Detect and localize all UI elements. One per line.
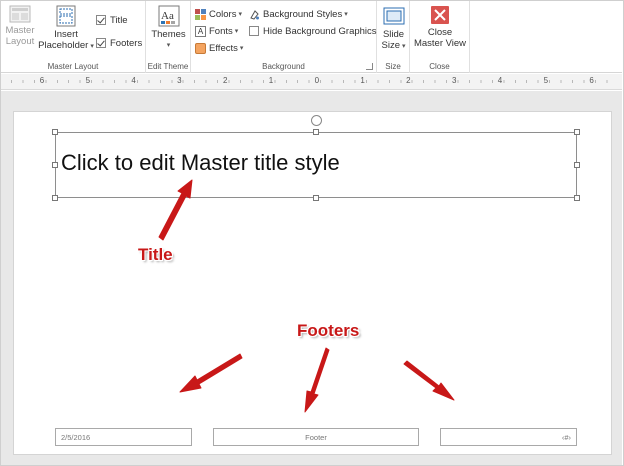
footer-slide-number-text: ‹#› — [561, 432, 571, 442]
resize-handle-top-left[interactable] — [52, 129, 58, 135]
ribbon: Master Layout Insert Placeholder ▾ Title … — [1, 1, 622, 73]
footers-callout-label: Footers — [297, 321, 360, 340]
themes-button[interactable]: Aa Themes ▾ — [149, 5, 188, 51]
group-label-background: Background — [262, 62, 305, 71]
fonts-dropdown[interactable]: A Fonts ▾ — [195, 24, 238, 38]
group-label-master-layout: Master Layout — [47, 62, 99, 71]
background-styles-label: Background Styles — [263, 8, 343, 20]
ruler-label: 2 — [222, 76, 228, 85]
fonts-label: Fonts — [209, 25, 233, 37]
resize-handle-top-right[interactable] — [574, 129, 580, 135]
ruler-label: 1 — [360, 76, 365, 85]
chevron-down-icon: ▾ — [166, 42, 171, 49]
insert-placeholder-label-2: Placeholder — [38, 40, 89, 51]
group-size: Slide Size ▾ Size — [377, 1, 410, 73]
close-label-2: Master View — [413, 38, 467, 49]
footers-checkbox-box[interactable] — [96, 38, 106, 48]
colors-icon — [195, 8, 206, 20]
hide-background-graphics-checkbox[interactable]: Hide Background Graphics — [249, 24, 377, 38]
colors-label: Colors — [209, 8, 237, 20]
hide-background-graphics-label: Hide Background Graphics — [263, 25, 377, 37]
title-checkbox-label: Title — [110, 14, 128, 26]
slide-size-icon — [383, 5, 405, 27]
group-close: Close Master View Close — [410, 1, 470, 73]
dialog-launcher-icon[interactable] — [366, 63, 373, 70]
footer-text-placeholder[interactable]: Footer — [213, 428, 419, 446]
footers-checkbox-label: Footers — [110, 37, 143, 49]
footers-checkbox[interactable]: Footers — [96, 36, 142, 50]
resize-handle-bottom-right[interactable] — [574, 195, 580, 201]
slide-size-label-2: Size — [381, 40, 400, 51]
chevron-down-icon: ▾ — [234, 28, 239, 35]
title-placeholder-text[interactable]: Click to edit Master title style — [61, 150, 340, 176]
chevron-down-icon: ▾ — [238, 11, 242, 18]
ruler-label: 4 — [497, 76, 503, 85]
ruler-label: 4 — [131, 76, 136, 85]
resize-handle-bottom-left[interactable] — [52, 195, 58, 201]
ruler-label: 2 — [406, 76, 411, 85]
ruler-label: 0 — [314, 76, 320, 85]
slide-size-button[interactable]: Slide Size ▾ — [379, 5, 408, 52]
resize-handle-bottom[interactable] — [313, 195, 319, 201]
group-edit-theme: Aa Themes ▾ Edit Theme — [146, 1, 191, 73]
insert-placeholder-button[interactable]: Insert Placeholder ▾ — [37, 5, 95, 52]
insert-placeholder-label-2-row: Placeholder ▾ — [37, 40, 95, 52]
rotate-handle-icon[interactable] — [311, 115, 322, 126]
themes-icon: Aa — [158, 5, 180, 27]
fonts-icon: A — [195, 25, 206, 37]
insert-placeholder-label-1: Insert — [54, 29, 78, 40]
ruler-label: 3 — [451, 76, 457, 85]
hide-background-graphics-box[interactable] — [249, 26, 259, 36]
footer-slide-number-placeholder[interactable]: ‹#› — [440, 428, 577, 446]
master-layout-label-1: Master — [5, 25, 35, 36]
ruler-label: 1 — [268, 76, 274, 85]
close-label-1: Close — [427, 27, 453, 38]
chevron-down-icon: ▾ — [401, 43, 406, 50]
resize-handle-left[interactable] — [52, 162, 58, 168]
chevron-down-icon: ▾ — [90, 43, 94, 50]
horizontal-ruler[interactable]: 6 5 4 3 2 1 0 1 2 3 4 5 6 — [1, 74, 622, 90]
title-checkbox[interactable]: Title — [96, 13, 128, 27]
title-checkbox-box[interactable] — [96, 15, 106, 25]
slide-size-label-1: Slide — [382, 29, 405, 40]
master-layout-button[interactable]: Master Layout — [5, 5, 35, 47]
footer-date-placeholder[interactable]: 2/5/2016 — [55, 428, 192, 446]
group-label-size: Size — [385, 62, 401, 71]
slide-size-label-2-row: Size ▾ — [379, 40, 408, 52]
group-label-edit-theme: Edit Theme — [147, 62, 189, 71]
close-master-view-button[interactable]: Close Master View — [412, 5, 468, 49]
ruler-label: 5 — [543, 76, 549, 85]
ruler-label: 6 — [39, 76, 45, 85]
title-callout-label: Title — [138, 245, 173, 264]
master-layout-label-2: Layout — [5, 36, 35, 47]
footer-date-text: 2/5/2016 — [61, 432, 91, 442]
close-master-view-icon — [430, 5, 450, 25]
ruler-label: 6 — [589, 76, 594, 85]
effects-dropdown[interactable]: Effects ▾ — [195, 41, 243, 55]
background-styles-dropdown[interactable]: Background Styles ▾ — [249, 7, 348, 21]
insert-placeholder-icon — [55, 5, 77, 27]
ruler-label: 5 — [85, 76, 91, 85]
master-layout-icon — [9, 5, 31, 23]
group-master-layout: Master Layout Insert Placeholder ▾ Title … — [1, 1, 146, 73]
group-background: Colors ▾ A Fonts ▾ Effects ▾ Background Sty… — [191, 1, 377, 73]
colors-dropdown[interactable]: Colors ▾ — [195, 7, 242, 21]
footer-text: Footer — [305, 432, 327, 442]
themes-label: Themes — [151, 29, 186, 40]
ruler-label: 3 — [177, 76, 182, 85]
group-label-close: Close — [429, 62, 450, 71]
chevron-down-icon: ▾ — [344, 11, 348, 18]
resize-handle-top[interactable] — [313, 129, 319, 135]
effects-label: Effects — [209, 42, 238, 54]
effects-icon — [195, 42, 206, 54]
slide-master[interactable]: Click to edit Master title style 2/5/201… — [13, 111, 612, 455]
resize-handle-right[interactable] — [574, 162, 580, 168]
title-placeholder[interactable]: Click to edit Master title style — [52, 115, 580, 201]
chevron-down-icon: ▾ — [239, 45, 244, 52]
background-styles-icon — [249, 9, 260, 20]
svg-text:Aa: Aa — [161, 10, 174, 22]
editing-canvas: Click to edit Master title style 2/5/201… — [1, 91, 622, 465]
